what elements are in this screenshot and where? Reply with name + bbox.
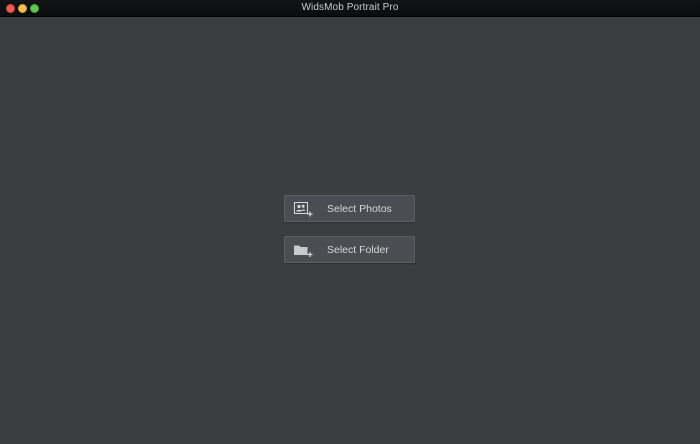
empty-state-area: Select Photos Select Folder [0,17,700,444]
add-folder-icon [293,242,313,258]
app-window: WidsMob Portrait Pro Select Photos Selec… [0,0,700,444]
add-photo-people-icon [293,201,313,217]
select-photos-button[interactable]: Select Photos [284,195,415,222]
window-title: WidsMob Portrait Pro [301,2,399,13]
select-folder-label: Select Folder [327,244,389,256]
title-bar[interactable]: WidsMob Portrait Pro [0,0,700,17]
select-photos-label: Select Photos [327,203,392,215]
select-folder-button[interactable]: Select Folder [284,236,415,263]
